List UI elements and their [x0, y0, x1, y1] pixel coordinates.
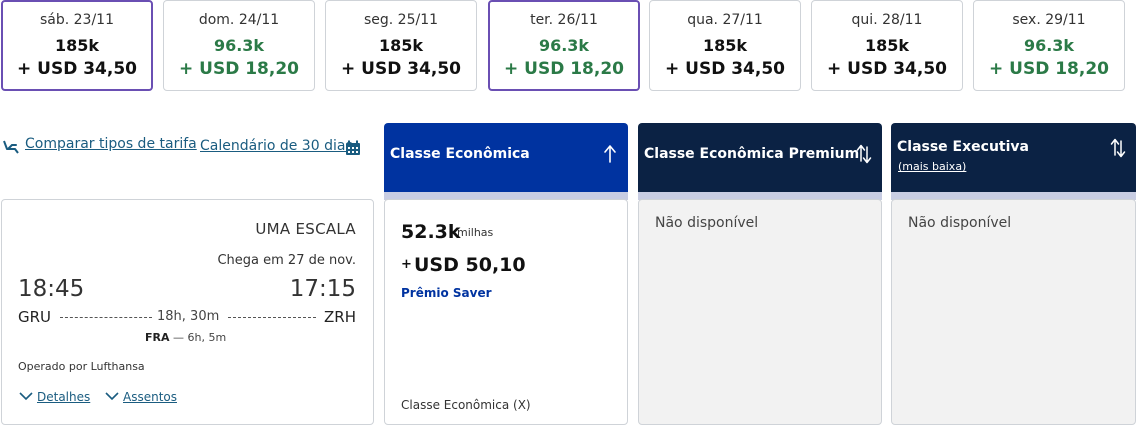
fare-miles: 52.3k [401, 221, 461, 243]
fare-plus: + [401, 257, 412, 272]
route-line-right [228, 317, 316, 318]
operated-by: Operado por Lufthansa [18, 360, 145, 373]
date-label: dom. 24/11 [198, 12, 280, 28]
date-card[interactable]: ter. 26/11 96.3k + USD 18,20 [488, 0, 640, 91]
fare-header-economy-title: Classe Econômica [390, 146, 530, 162]
date-card[interactable]: qui. 28/11 185k + USD 34,50 [811, 0, 963, 91]
date-price: + USD 34,50 [664, 59, 785, 79]
layover-time: 6h, 5m [187, 331, 227, 344]
fare-cell-economy[interactable]: 52.3k milhas + USD 50,10 Prêmio Saver Cl… [384, 199, 628, 425]
layover-airport: FRA [145, 331, 170, 344]
calendar-30-days-link[interactable]: Calendário de 30 dias [200, 138, 353, 154]
compare-fare-types-link[interactable]: Comparar tipos de tarifa [25, 136, 197, 152]
fare-header-premium-title: Classe Econômica Premium [644, 146, 860, 162]
seats-link[interactable]: Assentos [123, 390, 177, 404]
calendar-icon[interactable] [345, 140, 361, 156]
date-miles: 185k [864, 36, 910, 55]
seat-icon [3, 140, 19, 154]
date-miles: 185k [54, 36, 100, 55]
flight-duration: 18h, 30m [157, 309, 220, 324]
date-card[interactable]: qua. 27/11 185k + USD 34,50 [649, 0, 801, 91]
date-label: seg. 25/11 [363, 12, 439, 28]
date-label: qua. 27/11 [687, 12, 763, 28]
layover-info: FRA — 6h, 5m [145, 331, 226, 344]
fare-cell-premium: Não disponível [638, 199, 882, 425]
flight-card: UMA ESCALA Chega em 27 de nov. 18:45 17:… [1, 199, 374, 425]
route-line-left [60, 317, 152, 318]
date-price: + USD 18,20 [503, 59, 624, 79]
date-label: qui. 28/11 [851, 12, 923, 28]
destination-airport: ZRH [324, 308, 356, 326]
date-miles: 96.3k [213, 36, 265, 55]
layover-separator: — [173, 331, 184, 344]
chevron-down-icon[interactable] [19, 392, 33, 401]
date-price: + USD 18,20 [988, 59, 1109, 79]
date-card[interactable]: sex. 29/11 96.3k + USD 18,20 [973, 0, 1125, 91]
date-label: sáb. 23/11 [39, 12, 114, 28]
date-miles: 185k [702, 36, 748, 55]
stops-label: UMA ESCALA [255, 220, 356, 238]
not-available-label: Não disponível [908, 215, 1012, 231]
origin-airport: GRU [18, 308, 52, 326]
fare-header-premium[interactable]: Classe Econômica Premium [638, 123, 882, 200]
fare-header-business-subtitle[interactable]: (mais baixa) [898, 160, 966, 173]
not-available-label: Não disponível [655, 215, 759, 231]
date-price: + USD 34,50 [16, 59, 137, 79]
fare-header-economy[interactable]: Classe Econômica [384, 123, 628, 200]
fare-usd: USD 50,10 [414, 254, 526, 276]
date-price: + USD 34,50 [340, 59, 461, 79]
date-miles: 96.3k [538, 36, 590, 55]
date-card[interactable]: dom. 24/11 96.3k + USD 18,20 [163, 0, 315, 91]
fare-cell-business: Não disponível [891, 199, 1136, 425]
date-card[interactable]: seg. 25/11 185k + USD 34,50 [325, 0, 477, 91]
details-link[interactable]: Detalhes [37, 390, 90, 404]
date-price: + USD 34,50 [826, 59, 947, 79]
arrival-date: Chega em 27 de nov. [217, 253, 356, 268]
fare-header-business[interactable]: Classe Executiva (mais baixa) [891, 123, 1136, 200]
date-card[interactable]: sáb. 23/11 185k + USD 34,50 [1, 0, 153, 91]
date-label: sex. 29/11 [1012, 12, 1086, 28]
chevron-down-icon[interactable] [105, 392, 119, 401]
date-price: + USD 18,20 [178, 59, 299, 79]
sort-arrows-icon[interactable] [856, 143, 872, 165]
award-type: Prêmio Saver [401, 286, 492, 300]
arrow-up-icon[interactable] [602, 143, 618, 165]
date-label: ter. 26/11 [530, 12, 598, 28]
departure-time: 18:45 [18, 276, 85, 302]
fare-header-business-title: Classe Executiva [897, 139, 1029, 155]
arrival-time: 17:15 [289, 276, 356, 302]
date-miles: 185k [378, 36, 424, 55]
cabin-code: Classe Econômica (X) [401, 398, 531, 412]
fare-miles-unit: milhas [457, 226, 494, 239]
date-miles: 96.3k [1023, 36, 1075, 55]
sort-arrows-icon[interactable] [1110, 137, 1126, 159]
